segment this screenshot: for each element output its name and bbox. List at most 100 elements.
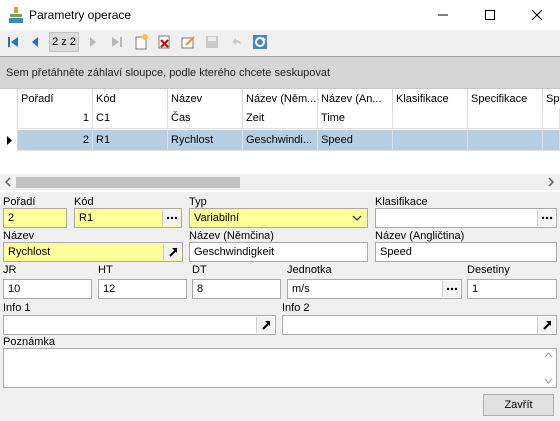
cell-kod[interactable]: C1 (93, 108, 168, 129)
refresh-icon (253, 35, 267, 49)
first-icon (8, 37, 18, 47)
dt-label: DT (192, 264, 207, 276)
column-header-nazev-de[interactable]: Název (Něm... (243, 89, 318, 109)
dt-field[interactable]: 8 (192, 279, 281, 299)
save-record-button[interactable] (203, 33, 221, 51)
undo-icon (232, 38, 241, 45)
cell-specifikace[interactable] (468, 108, 543, 129)
info1-open-button[interactable] (256, 317, 274, 333)
column-header-sp[interactable]: Sp (543, 89, 560, 109)
cell-nazev-en[interactable]: Speed (318, 130, 393, 151)
cell-sp[interactable] (543, 130, 560, 151)
info1-label: Info 1 (3, 302, 31, 314)
jednotka-lookup-button[interactable] (442, 281, 460, 297)
cell-nazev[interactable]: Čas (168, 108, 243, 129)
arrow-up-right-icon (542, 321, 551, 330)
klasifikace-field[interactable] (375, 208, 557, 228)
desetiny-label: Desetiny (467, 264, 510, 276)
jr-label: JR (3, 264, 17, 276)
cell-nazev-en[interactable]: Time (318, 108, 393, 129)
scrollbar-thumb[interactable] (16, 177, 240, 188)
kod-lookup-button[interactable] (162, 210, 180, 226)
desetiny-field[interactable]: 1 (467, 279, 557, 299)
poradi-field[interactable]: 2 (3, 208, 67, 228)
scroll-right-icon[interactable] (546, 177, 556, 187)
poznamka-textarea[interactable] (3, 348, 557, 388)
info2-field[interactable] (282, 315, 557, 335)
refresh-button[interactable] (251, 33, 269, 51)
scroll-down-icon[interactable] (544, 378, 553, 384)
typ-label: Typ (189, 196, 207, 208)
scroll-up-icon[interactable] (544, 352, 553, 358)
cell-nazev-de[interactable]: Geschwindi... (243, 130, 318, 151)
jr-field[interactable]: 10 (3, 279, 92, 299)
delete-record-button[interactable] (155, 33, 173, 51)
cell-specifikace[interactable] (468, 130, 543, 151)
cell-nazev[interactable]: Rychlost (168, 130, 243, 151)
scroll-left-icon[interactable] (3, 177, 13, 187)
cell-poradi[interactable]: 1 (18, 108, 93, 129)
typ-value: Variabilní (194, 212, 240, 224)
nazev-en-field[interactable]: Speed (375, 242, 557, 262)
ht-field[interactable]: 12 (98, 279, 187, 299)
edit-record-button[interactable] (179, 33, 197, 51)
ellipsis-icon (541, 216, 552, 220)
column-header-specifikace[interactable]: Specifikace (468, 89, 543, 109)
info2-open-button[interactable] (537, 317, 555, 333)
column-header-kod[interactable]: Kód (93, 89, 168, 109)
new-record-button[interactable] (132, 33, 150, 51)
typ-select[interactable]: Variabilní (189, 208, 368, 228)
chevron-down-icon (352, 215, 362, 221)
save-icon (206, 36, 218, 48)
horizontal-scrollbar[interactable] (0, 174, 560, 190)
ellipsis-icon (446, 287, 457, 291)
header-indicator (0, 89, 18, 109)
cell-nazev-de[interactable]: Zeit (243, 108, 318, 129)
cell-kod[interactable]: R1 (93, 130, 168, 151)
klasifikace-label: Klasifikace (375, 196, 428, 208)
nazev-translate-button[interactable] (163, 244, 181, 260)
column-header-nazev[interactable]: Název (168, 89, 243, 109)
group-by-panel[interactable]: Sem přetáhněte záhlaví sloupce, podle kt… (0, 57, 560, 89)
info2-label: Info 2 (282, 302, 310, 314)
column-header-klasifikace[interactable]: Klasifikace (393, 89, 468, 109)
previous-record-button[interactable] (26, 33, 44, 51)
poznamka-label: Poznámka (3, 336, 55, 348)
edit-icon (181, 36, 195, 49)
cell-klasifikace[interactable] (393, 130, 468, 151)
column-header-poradi[interactable]: Pořadí (18, 89, 93, 109)
jednotka-label: Jednotka (287, 264, 332, 276)
window-title: Parametry operace (29, 8, 132, 22)
close-button[interactable]: Zavřít (483, 394, 554, 416)
minimize-button[interactable] (420, 0, 466, 30)
row-indicator (0, 108, 18, 129)
poradi-label: Pořadí (3, 196, 36, 208)
new-document-icon (135, 34, 148, 50)
nazev-label: Název (3, 230, 35, 242)
cancel-edit-button[interactable] (227, 33, 245, 51)
klasifikace-lookup-button[interactable] (537, 210, 555, 226)
info1-field[interactable] (3, 315, 276, 335)
column-header-nazev-en[interactable]: Název (An... (318, 89, 393, 109)
maximize-button[interactable] (467, 0, 513, 30)
last-icon (112, 37, 122, 47)
kod-label: Kód (74, 196, 94, 208)
close-window-button[interactable] (514, 0, 560, 30)
cell-poradi[interactable]: 2 (18, 130, 93, 151)
nazev-value: Rychlost (8, 246, 51, 258)
previous-icon (32, 37, 38, 47)
title-bar: Parametry operace (0, 0, 560, 30)
cell-klasifikace[interactable] (393, 108, 468, 129)
next-icon (90, 37, 96, 47)
navigator-toolbar: 2 z 2 (0, 30, 560, 54)
record-position: 2 z 2 (49, 32, 79, 52)
typ-dropdown-button[interactable] (348, 210, 366, 226)
nazev-de-field[interactable]: Geschwindigkeit (189, 242, 368, 262)
nazev-field[interactable]: Rychlost (3, 242, 183, 262)
kod-field[interactable]: R1 (74, 208, 182, 228)
cell-sp[interactable] (543, 108, 560, 129)
first-record-button[interactable] (4, 33, 22, 51)
jednotka-field[interactable]: m/s (287, 279, 462, 299)
next-record-button[interactable] (84, 33, 102, 51)
last-record-button[interactable] (108, 33, 126, 51)
